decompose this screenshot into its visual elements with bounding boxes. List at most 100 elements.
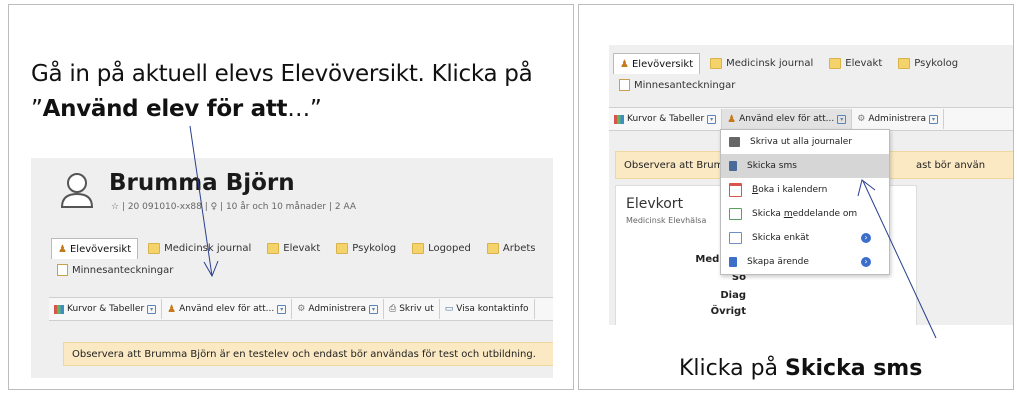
folder-icon	[829, 58, 842, 69]
menu-item-send-message[interactable]: Skicka meddelande om	[721, 202, 889, 226]
use-student-for-button[interactable]: ♟ Använd elev för att... ▾	[162, 299, 293, 319]
user-icon: ♟	[58, 243, 67, 255]
menu-item-label: Skapa ärende	[747, 257, 809, 267]
menu-item-label: Skicka meddelande om	[752, 209, 858, 219]
tab-label: Logoped	[428, 243, 471, 254]
menu-item-create-case[interactable]: Skapa ärende ›	[721, 250, 889, 274]
book-icon	[729, 257, 737, 267]
contact-card-icon: ▭	[444, 304, 454, 314]
folder-icon	[336, 243, 349, 254]
gear-icon: ⚙	[857, 114, 866, 124]
chevron-down-icon: ▾	[277, 304, 287, 314]
journal-tabs-row2: Minnesanteckningar	[51, 260, 183, 280]
tab-label: Arbets	[502, 243, 536, 254]
calendar-icon	[729, 183, 742, 197]
caption-text: Klicka på	[679, 356, 786, 381]
tab-label: Elevöversikt	[631, 58, 694, 70]
action-toolbar: Kurvor & Tabeller ▾ ♟ Använd elev för att.…	[49, 297, 553, 321]
tab-medicinsk-journal[interactable]: Medicinsk journal	[704, 54, 819, 74]
action-toolbar: Kurvor & Tabeller ▾ ♟ Använd elev för att.…	[609, 107, 1013, 131]
instruction-caption-step2: Klicka på Skicka sms	[679, 356, 922, 381]
tab-medicinsk-journal[interactable]: Medicinsk journal	[142, 239, 257, 259]
tab-logoped[interactable]: Logoped	[406, 239, 477, 259]
arrow-right-icon: ›	[861, 233, 871, 243]
menu-item-label: Skicka sms	[747, 161, 797, 171]
menu-item-send-survey[interactable]: Skicka enkät ›	[721, 226, 889, 250]
tab-psykolog[interactable]: Psykolog	[892, 54, 964, 74]
caption-bold-text: Använd elev för att	[42, 96, 288, 122]
note-icon	[619, 79, 630, 91]
card-field-label: Övrigt	[710, 306, 746, 317]
chevron-down-icon: ▾	[837, 114, 847, 124]
tab-label: Minnesanteckningar	[634, 79, 736, 91]
tab-elevoversikt[interactable]: ♟ Elevöversikt	[613, 53, 701, 74]
button-label: Administrera	[868, 114, 926, 124]
printer-icon	[729, 137, 740, 147]
use-student-for-button[interactable]: ♟ Använd elev för att... ▾	[722, 109, 853, 129]
caption-text-end: …”	[287, 96, 322, 122]
tab-arbets[interactable]: Arbets	[481, 239, 542, 259]
chevron-down-icon: ▾	[369, 304, 378, 314]
chevron-down-icon: ▾	[929, 114, 938, 124]
folder-icon	[898, 58, 911, 69]
card-field-label: Diag	[720, 290, 746, 301]
notice-text: Observera att Brum	[624, 159, 724, 171]
chevron-down-icon: ▾	[707, 114, 717, 124]
button-label: Använd elev för att...	[179, 304, 275, 314]
menu-item-send-sms[interactable]: Skicka sms	[721, 154, 889, 178]
folder-icon	[148, 243, 161, 254]
screenshot-student-overview: Brumma Björn ☆ | 20 091010-xx88 | ♀ | 10…	[31, 158, 553, 378]
tab-label: Elevöversikt	[69, 243, 132, 255]
menu-item-label: Skriva ut alla journaler	[750, 137, 853, 147]
test-student-notice: Observera att Brumma Björn är en testele…	[63, 342, 553, 366]
instruction-caption-step1: Gå in på aktuell elevs Elevöversikt. Kli…	[31, 57, 571, 127]
mail-icon	[729, 232, 742, 244]
contact-info-button[interactable]: ▭ Visa kontaktinfo	[440, 299, 535, 319]
button-label: Kurvor & Tabeller	[67, 304, 145, 314]
user-icon: ♟	[727, 113, 737, 125]
person-avatar-icon	[60, 173, 94, 208]
menu-item-label: Boka i kalendern	[752, 185, 828, 195]
user-icon: ♟	[167, 303, 177, 315]
folder-icon	[710, 58, 723, 69]
card-title: Elevkort	[626, 196, 684, 212]
tab-elevakt[interactable]: Elevakt	[261, 239, 326, 259]
folder-icon	[267, 243, 280, 254]
journal-tabs: ♟ Elevöversikt Medicinsk journal Elevakt …	[51, 238, 545, 259]
phone-icon	[729, 161, 737, 171]
journal-tabs: ♟ Elevöversikt Medicinsk journal Elevakt …	[613, 53, 968, 74]
tab-label: Minnesanteckningar	[72, 264, 174, 276]
mail-icon	[729, 208, 742, 220]
notice-text-end: ast bör använ	[916, 159, 986, 171]
card-subtitle: Medicinsk Elevhälsa	[626, 216, 707, 225]
button-label: Skriv ut	[399, 304, 434, 314]
printer-icon: ⎙	[389, 304, 397, 314]
screenshot-use-student-menu: ♟ Elevöversikt Medicinsk journal Elevakt …	[609, 45, 1013, 325]
folder-icon	[412, 243, 425, 254]
menu-item-print-journals[interactable]: Skriva ut alla journaler	[721, 130, 889, 154]
administrate-button[interactable]: ⚙ Administrera ▾	[292, 299, 384, 319]
tab-label: Elevakt	[845, 58, 883, 69]
administrate-button[interactable]: ⚙ Administrera ▾	[852, 109, 944, 129]
student-name: Brumma Björn	[109, 170, 295, 196]
tab-minnesanteckningar[interactable]: Minnesanteckningar	[51, 260, 179, 280]
tab-psykolog[interactable]: Psykolog	[330, 239, 402, 259]
button-label: Kurvor & Tabeller	[627, 114, 705, 124]
curves-tables-button[interactable]: Kurvor & Tabeller ▾	[49, 299, 163, 319]
print-button[interactable]: ⎙ Skriv ut	[384, 299, 440, 319]
chart-icon	[614, 114, 624, 124]
tab-label: Medicinsk journal	[164, 243, 252, 254]
curves-tables-button[interactable]: Kurvor & Tabeller ▾	[609, 109, 723, 129]
tab-minnesanteckningar[interactable]: Minnesanteckningar	[613, 75, 741, 95]
gear-icon: ⚙	[297, 304, 306, 314]
tab-elevakt[interactable]: Elevakt	[823, 54, 888, 74]
arrow-right-icon: ›	[861, 257, 871, 267]
user-icon: ♟	[620, 58, 629, 70]
button-label: Administrera	[308, 304, 366, 314]
journal-tabs-row2: Minnesanteckningar	[613, 75, 745, 95]
menu-item-book-calendar[interactable]: Boka i kalendern	[721, 178, 889, 202]
student-info: ☆ | 20 091010-xx88 | ♀ | 10 år och 10 må…	[111, 202, 357, 212]
tab-label: Psykolog	[914, 58, 959, 69]
tab-elevoversikt[interactable]: ♟ Elevöversikt	[51, 238, 139, 259]
button-label: Använd elev för att...	[739, 114, 835, 124]
